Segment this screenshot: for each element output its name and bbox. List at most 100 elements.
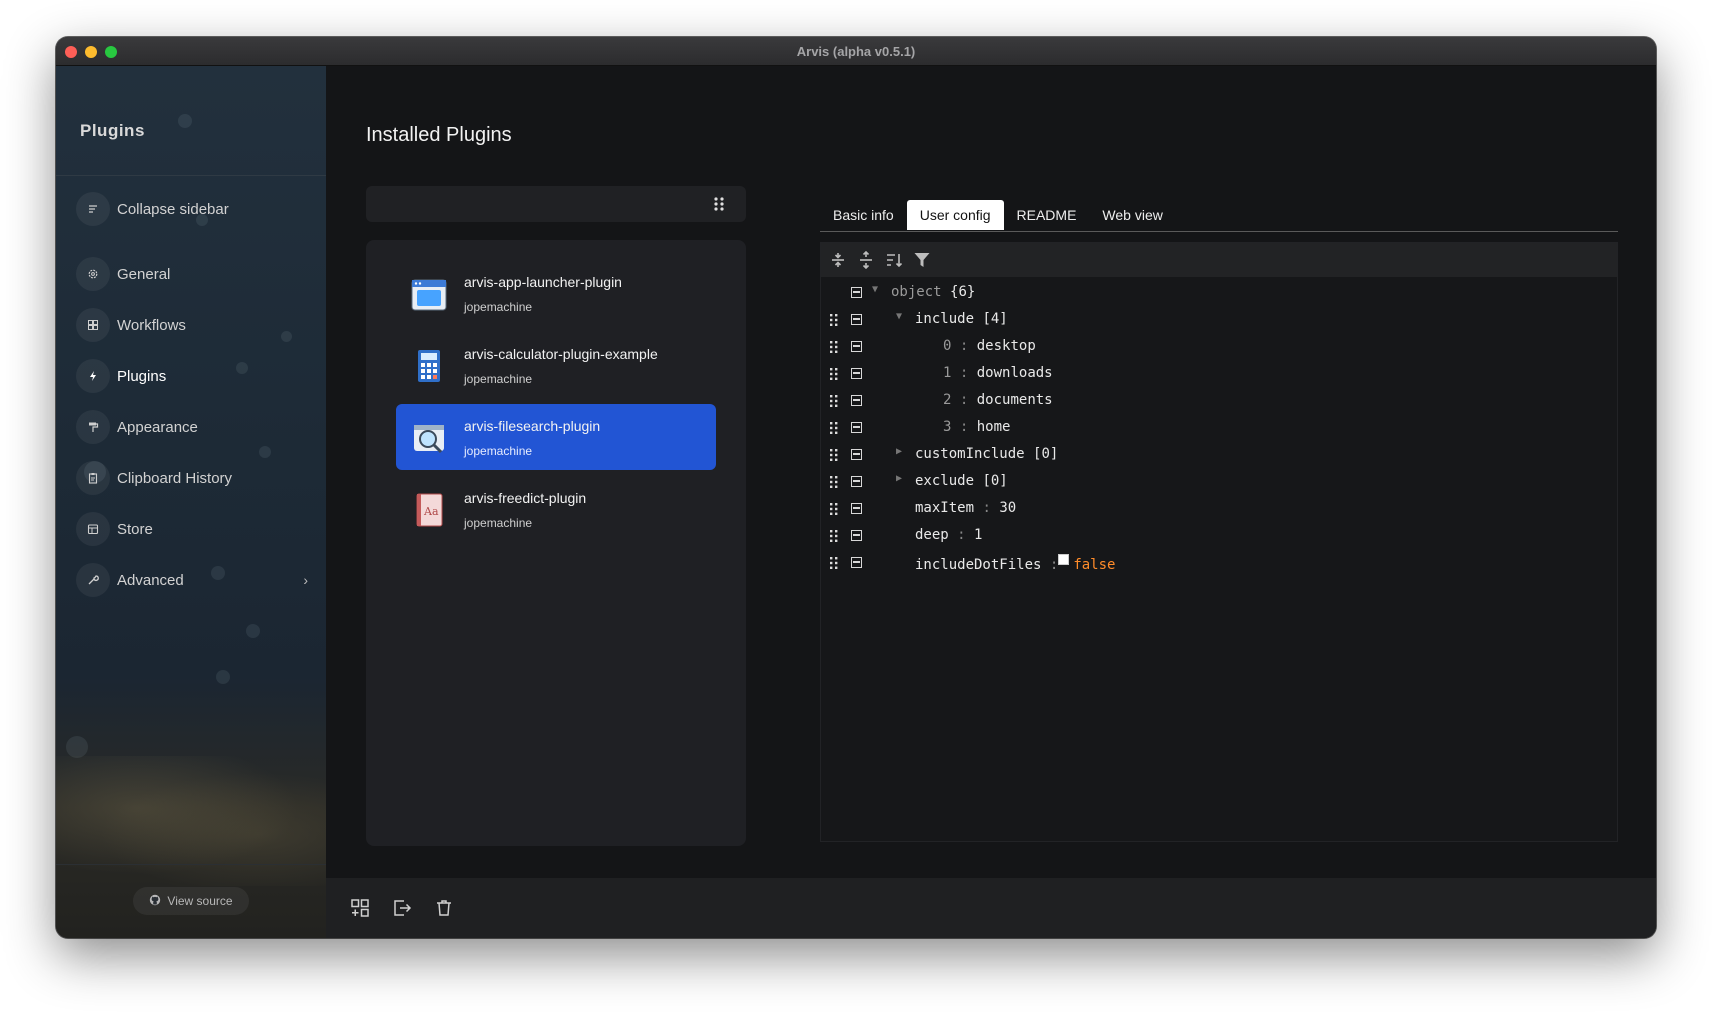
json-key[interactable]: include [4] <box>915 311 1008 327</box>
filter-icon[interactable] <box>913 251 931 269</box>
context-menu-button[interactable] <box>851 503 862 514</box>
workflows-icon <box>76 308 110 342</box>
sort-icon[interactable] <box>885 251 903 269</box>
paint-roller-icon <box>76 410 110 444</box>
drag-handle-icon[interactable] <box>829 448 839 462</box>
json-array-item[interactable]: 3 : home <box>943 419 1010 435</box>
expand-triangle-icon[interactable]: ▶ <box>896 446 902 457</box>
json-key[interactable]: customInclude [0] <box>915 446 1058 462</box>
view-source-label: View source <box>167 894 233 908</box>
json-key-value[interactable]: maxItem : 30 <box>915 500 1016 516</box>
plugin-list-item-selected[interactable]: arvis-filesearch-plugin jopemachine <box>396 404 716 470</box>
drag-handle-icon[interactable] <box>829 421 839 435</box>
context-menu-button[interactable] <box>851 557 862 568</box>
context-menu-button[interactable] <box>851 530 862 541</box>
export-icon[interactable] <box>392 898 412 918</box>
sidebar-item-store[interactable]: Store <box>76 511 312 547</box>
drag-handle-icon[interactable] <box>829 313 839 327</box>
drag-grid-icon[interactable] <box>712 196 726 212</box>
plugin-author: jopemachine <box>464 300 533 314</box>
json-row-include-item: 1 : downloads <box>821 360 1617 387</box>
context-menu-button[interactable] <box>851 368 862 379</box>
plugin-name: arvis-app-launcher-plugin <box>464 274 622 290</box>
trash-icon[interactable] <box>434 898 454 918</box>
sidebar-item-general[interactable]: General <box>76 256 312 292</box>
json-toolbar <box>821 243 1617 277</box>
json-row-exclude: ▶ exclude [0] <box>821 468 1617 495</box>
bokeh-decoration <box>216 670 230 684</box>
json-array-item[interactable]: 0 : desktop <box>943 338 1036 354</box>
plugin-list-item[interactable]: arvis-calculator-plugin-example jopemach… <box>396 332 716 398</box>
expand-all-icon[interactable] <box>829 251 847 269</box>
expand-triangle-icon[interactable]: ▶ <box>896 473 902 484</box>
sidebar-item-label: Store <box>117 520 153 538</box>
sidebar-item-label: General <box>117 265 171 283</box>
collapse-all-icon[interactable] <box>857 250 875 270</box>
context-menu-button[interactable] <box>851 395 862 406</box>
app-window-icon <box>410 275 448 313</box>
tab-user-config[interactable]: User config <box>906 200 1004 230</box>
context-menu-button[interactable] <box>851 314 862 325</box>
json-key-value[interactable]: includeDotFiles : false <box>915 554 1115 573</box>
json-row-max-item: maxItem : 30 <box>821 495 1617 522</box>
boolean-checkbox[interactable] <box>1058 554 1070 565</box>
context-menu-button[interactable] <box>851 476 862 487</box>
sidebar-item-appearance[interactable]: Appearance <box>76 409 312 445</box>
json-array-item[interactable]: 2 : documents <box>943 392 1053 408</box>
tab-readme[interactable]: README <box>1004 200 1090 230</box>
drag-handle-icon[interactable] <box>829 394 839 408</box>
context-menu-button[interactable] <box>851 449 862 460</box>
context-menu-button[interactable] <box>851 341 862 352</box>
json-row-deep: deep : 1 <box>821 522 1617 549</box>
drag-handle-icon[interactable] <box>829 367 839 381</box>
json-key: object {6} <box>891 284 976 300</box>
json-row-include-item: 3 : home <box>821 414 1617 441</box>
json-row-include: ▼ include [4] <box>821 306 1617 333</box>
page-title: Installed Plugins <box>366 124 512 146</box>
window-title: Arvis (alpha v0.5.1) <box>796 44 916 59</box>
sidebar-item-label: Advanced <box>117 571 184 589</box>
github-icon <box>149 894 161 909</box>
collapse-triangle-icon[interactable]: ▼ <box>896 311 902 322</box>
sidebar-title: Plugins <box>80 121 145 140</box>
plugin-list-item[interactable]: arvis-app-launcher-plugin jopemachine <box>396 260 716 326</box>
bokeh-decoration <box>66 736 88 758</box>
drag-handle-icon[interactable] <box>829 529 839 543</box>
plugin-list-item[interactable]: Aa arvis-freedict-plugin jopemachine <box>396 476 716 542</box>
app-window: Arvis (alpha v0.5.1) Plugins Collapse si… <box>56 37 1656 938</box>
context-menu-button[interactable] <box>851 422 862 433</box>
collapse-icon <box>76 192 110 226</box>
add-plugin-icon[interactable] <box>350 898 370 918</box>
svg-text:Aa: Aa <box>423 505 439 518</box>
sidebar-item-advanced[interactable]: Advanced › <box>76 562 312 598</box>
drag-handle-icon[interactable] <box>829 475 839 489</box>
drag-handle-icon[interactable] <box>829 556 839 570</box>
json-key[interactable]: exclude [0] <box>915 473 1008 489</box>
plugin-name: arvis-freedict-plugin <box>464 490 587 506</box>
plugin-author: jopemachine <box>464 516 533 530</box>
sidebar-item-workflows[interactable]: Workflows <box>76 307 312 343</box>
wrench-icon <box>76 563 110 597</box>
json-row-include-item: 2 : documents <box>821 387 1617 414</box>
search-input[interactable] <box>376 192 696 216</box>
tab-web-view[interactable]: Web view <box>1089 200 1175 230</box>
sidebar-item-plugins[interactable]: Plugins <box>76 358 312 394</box>
sidebar-item-clipboard-history[interactable]: Clipboard History <box>76 460 312 496</box>
collapse-triangle-icon[interactable]: ▼ <box>872 284 878 295</box>
sidebar-item-label: Appearance <box>117 418 198 436</box>
tab-basic-info[interactable]: Basic info <box>820 200 907 230</box>
json-editor: ▼ object {6} ▼ include [4] 0 : desktop 1… <box>820 242 1618 842</box>
drag-handle-icon[interactable] <box>829 340 839 354</box>
json-array-item[interactable]: 1 : downloads <box>943 365 1053 381</box>
plugin-name: arvis-filesearch-plugin <box>464 418 601 434</box>
context-menu-button[interactable] <box>851 287 862 298</box>
sidebar-bottom-divider <box>56 864 326 865</box>
main-content: Installed Plugins arvis-app-launcher-plu… <box>326 66 1656 938</box>
sidebar: Plugins Collapse sidebar General Workflo… <box>56 66 326 938</box>
sidebar-item-collapse[interactable]: Collapse sidebar <box>76 191 312 227</box>
view-source-button[interactable]: View source <box>133 887 249 915</box>
json-key-value[interactable]: deep : 1 <box>915 527 982 543</box>
bokeh-decoration <box>178 114 192 128</box>
clipboard-icon <box>76 461 110 495</box>
drag-handle-icon[interactable] <box>829 502 839 516</box>
